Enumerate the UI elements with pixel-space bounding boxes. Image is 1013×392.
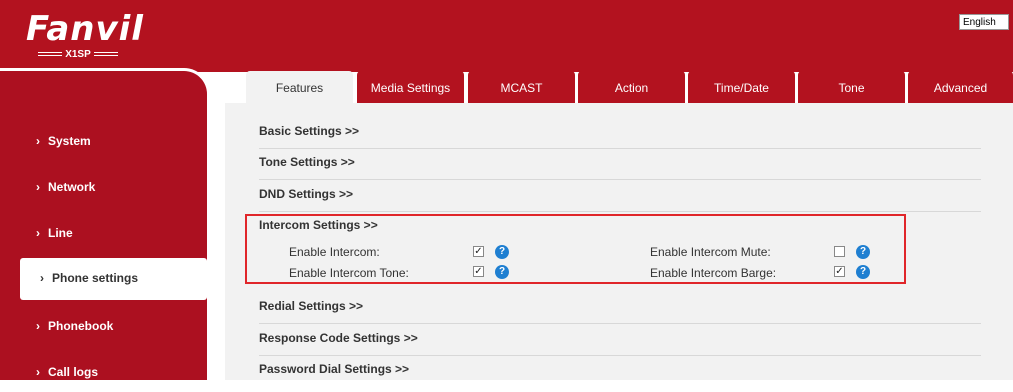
sidebar-item-system[interactable]: › System	[0, 121, 205, 161]
enable-intercom-barge-checkbox[interactable]: ✓	[834, 266, 845, 277]
sidebar-item-network[interactable]: › Network	[0, 167, 205, 207]
sidebar-item-label: Network	[48, 180, 96, 194]
sidebar: › System › Network › Line › Phone settings ›…	[0, 68, 210, 380]
enable-intercom-label: Enable Intercom:	[289, 245, 380, 259]
fanvil-logo: Fanvil X1SP	[26, 9, 144, 60]
sidebar-item-line[interactable]: › Line	[0, 213, 205, 253]
tab-media-settings[interactable]: Media Settings	[357, 71, 464, 103]
enable-intercom-checkbox[interactable]: ✓	[473, 246, 484, 257]
sidebar-item-label: Line	[48, 226, 73, 240]
enable-intercom-tone-label: Enable Intercom Tone:	[289, 266, 409, 280]
chevron-right-icon: ›	[36, 180, 40, 194]
sidebar-item-label: Call logs	[48, 365, 99, 379]
section-response-code-settings[interactable]: Response Code Settings >>	[259, 324, 981, 356]
sidebar-item-label: System	[48, 134, 91, 148]
question-mark-icon[interactable]: ?	[856, 245, 870, 259]
section-basic-settings[interactable]: Basic Settings >>	[259, 117, 981, 149]
enable-intercom-mute-checkbox[interactable]	[834, 246, 845, 257]
chevron-right-icon: ›	[36, 319, 40, 333]
sidebar-item-phonebook[interactable]: › Phonebook	[0, 306, 205, 346]
language-select[interactable]: English	[959, 14, 1009, 30]
enable-intercom-tone-checkbox[interactable]: ✓	[473, 266, 484, 277]
question-mark-icon[interactable]: ?	[495, 265, 509, 279]
tab-tone[interactable]: Tone	[798, 71, 905, 103]
chevron-right-icon: ›	[40, 271, 44, 285]
sidebar-item-label: Phone settings	[52, 271, 139, 285]
brand-name: Fanvil	[26, 9, 144, 49]
header-bar	[0, 0, 1013, 72]
section-intercom-settings[interactable]: Intercom Settings >>	[259, 218, 378, 232]
enable-intercom-barge-label: Enable Intercom Barge:	[650, 266, 777, 280]
chevron-right-icon: ›	[36, 365, 40, 379]
sidebar-item-phone-settings[interactable]: › Phone settings	[20, 258, 207, 300]
model-label: X1SP	[26, 48, 130, 62]
enable-intercom-mute-label: Enable Intercom Mute:	[650, 245, 771, 259]
question-mark-icon[interactable]: ?	[495, 245, 509, 259]
sidebar-item-call-logs[interactable]: › Call logs	[0, 352, 205, 392]
tab-advanced[interactable]: Advanced	[908, 71, 1013, 103]
tab-features[interactable]: Features	[246, 71, 353, 103]
model-name: X1SP	[65, 49, 91, 60]
section-dnd-settings[interactable]: DND Settings >>	[259, 180, 981, 212]
section-redial-settings[interactable]: Redial Settings >>	[259, 292, 981, 324]
section-tone-settings[interactable]: Tone Settings >>	[259, 148, 981, 180]
question-mark-icon[interactable]: ?	[856, 265, 870, 279]
chevron-right-icon: ›	[36, 226, 40, 240]
chevron-right-icon: ›	[36, 134, 40, 148]
tab-time-date[interactable]: Time/Date	[688, 71, 795, 103]
tab-mcast[interactable]: MCAST	[468, 71, 575, 103]
tab-action[interactable]: Action	[578, 71, 685, 103]
sidebar-item-label: Phonebook	[48, 319, 114, 333]
section-password-dial-settings[interactable]: Password Dial Settings >>	[259, 355, 981, 386]
